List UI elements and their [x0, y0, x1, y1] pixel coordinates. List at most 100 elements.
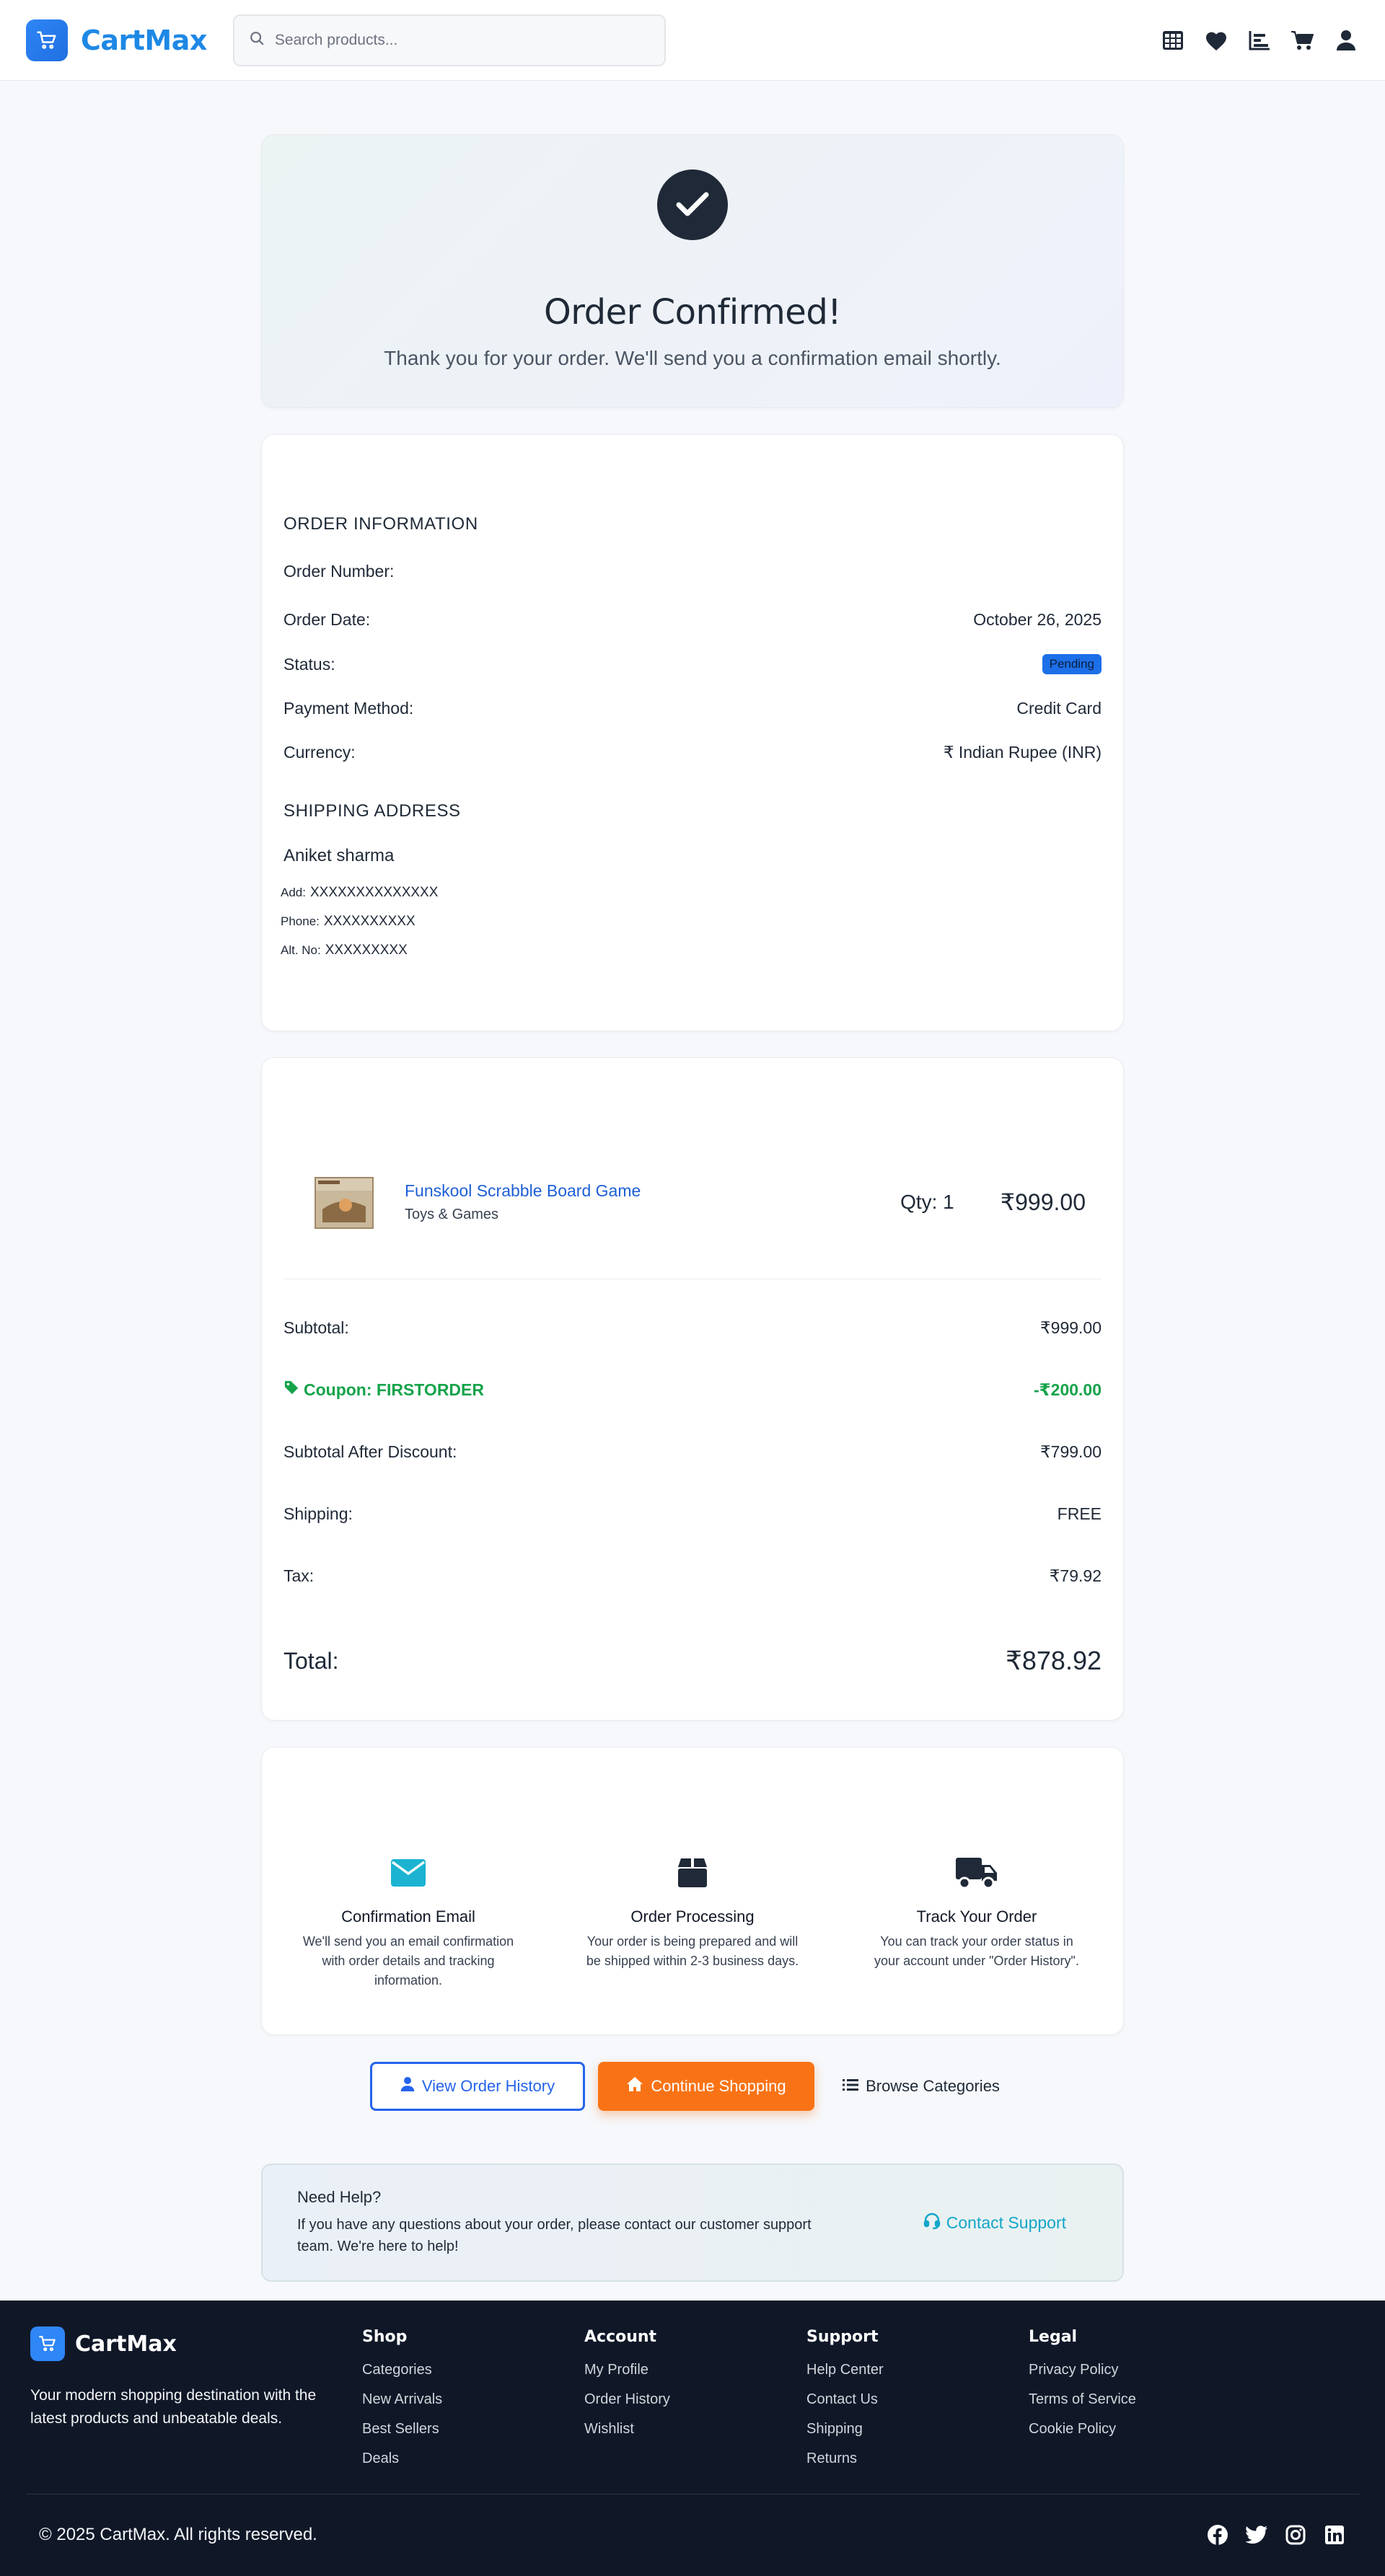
- facebook-icon[interactable]: [1206, 2523, 1229, 2546]
- heart-icon[interactable]: [1203, 27, 1229, 53]
- chart-icon[interactable]: [1246, 27, 1272, 53]
- footer-brand: CartMax Your modern shopping destination…: [30, 2326, 362, 2494]
- coupon-label: Coupon: FIRSTORDER: [304, 1380, 484, 1399]
- footer-link-wishlist[interactable]: Wishlist: [584, 2421, 806, 2438]
- footer-link-terms-of-service[interactable]: Terms of Service: [1029, 2391, 1251, 2408]
- order-number-row: Order Number:: [283, 562, 1102, 581]
- total-value: ₹878.92: [1005, 1646, 1102, 1675]
- footer-col-legal: Legal Privacy Policy Terms of Service Co…: [1029, 2326, 1251, 2494]
- step-description: Your order is being prepared and will be…: [586, 1934, 799, 1968]
- grid-icon[interactable]: [1160, 27, 1186, 53]
- product-name-link[interactable]: Funskool Scrabble Board Game: [405, 1181, 641, 1201]
- footer-col-title: Account: [584, 2328, 657, 2346]
- contact-support-label: Contact Support: [946, 2213, 1066, 2232]
- headset-icon: [923, 2212, 941, 2233]
- footer-link-best-sellers[interactable]: Best Sellers: [362, 2421, 584, 2438]
- check-circle-icon: [657, 169, 728, 240]
- footer-col-shop: Shop Categories New Arrivals Best Seller…: [362, 2326, 584, 2494]
- footer-link-contact-us[interactable]: Contact Us: [806, 2391, 1029, 2408]
- continue-shopping-button[interactable]: Continue Shopping: [598, 2062, 814, 2111]
- order-confirmation-page: Order Confirmed! Thank you for your orde…: [261, 81, 1124, 2282]
- footer-link-returns[interactable]: Returns: [806, 2451, 1029, 2467]
- shipping-phone-line: Phone: XXXXXXXXXX: [281, 914, 1102, 930]
- shipping-row: Shipping: FREE: [283, 1483, 1102, 1545]
- shipping-label: Shipping:: [283, 1504, 353, 1523]
- order-info-title: ORDER INFORMATION: [283, 514, 478, 534]
- linkedin-icon[interactable]: [1323, 2523, 1346, 2546]
- order-status-row: Status: Pending: [283, 654, 1102, 674]
- after-discount-row: Subtotal After Discount: ₹799.00: [283, 1421, 1102, 1483]
- subtotal-row: Subtotal: ₹999.00: [283, 1297, 1102, 1359]
- footer-link-new-arrivals[interactable]: New Arrivals: [362, 2391, 584, 2408]
- payment-method-value: Credit Card: [1016, 699, 1102, 718]
- step-order-processing: Order Processing Your order is being pre…: [550, 1856, 835, 2034]
- footer-link-my-profile[interactable]: My Profile: [584, 2362, 806, 2378]
- product-category: Toys & Games: [405, 1207, 499, 1222]
- home-icon: [626, 2076, 643, 2096]
- payment-method-label: Payment Method:: [283, 699, 414, 718]
- view-order-history-label: View Order History: [421, 2077, 555, 2095]
- coupon-row: Coupon: FIRSTORDER -₹200.00: [283, 1359, 1102, 1421]
- footer-link-cookie-policy[interactable]: Cookie Policy: [1029, 2421, 1251, 2438]
- order-item: Funskool Scrabble Board Game Toys & Game…: [283, 1166, 1102, 1238]
- box-icon: [677, 1856, 708, 1890]
- user-icon: [400, 2076, 415, 2096]
- footer-link-privacy-policy[interactable]: Privacy Policy: [1029, 2362, 1251, 2378]
- contact-support-link[interactable]: Contact Support: [923, 2212, 1066, 2233]
- footer-link-shipping[interactable]: Shipping: [806, 2421, 1029, 2438]
- continue-shopping-label: Continue Shopping: [651, 2077, 786, 2095]
- help-text: If you have any questions about your ord…: [297, 2217, 812, 2254]
- item-quantity: Qty: 1: [900, 1191, 954, 1213]
- instagram-icon[interactable]: [1284, 2523, 1307, 2546]
- tax-value: ₹79.92: [1049, 1566, 1102, 1585]
- envelope-icon: [390, 1856, 426, 1890]
- total-row: Total: ₹878.92: [283, 1621, 1102, 1701]
- header-icons: [1160, 27, 1359, 53]
- site-footer: CartMax Your modern shopping destination…: [0, 2301, 1385, 2576]
- brand-logo[interactable]: CartMax: [26, 19, 207, 61]
- cart-logo-icon: [26, 19, 68, 61]
- total-label: Total:: [283, 1647, 339, 1674]
- coupon-value: -₹200.00: [1033, 1380, 1102, 1399]
- step-track-order: Track Your Order You can track your orde…: [835, 1856, 1119, 2034]
- shipping-name: Aniket sharma: [283, 846, 395, 865]
- footer-link-help-center[interactable]: Help Center: [806, 2362, 1029, 2378]
- after-discount-label: Subtotal After Discount:: [283, 1442, 457, 1461]
- browse-categories-button[interactable]: Browse Categories: [827, 2062, 1015, 2111]
- shipping-address-line: Add: XXXXXXXXXXXXXX: [281, 885, 1102, 901]
- step-title: Confirmation Email: [341, 1907, 475, 1926]
- footer-col-title: Shop: [362, 2328, 408, 2346]
- copyright-text: © 2025 CartMax. All rights reserved.: [39, 2525, 317, 2544]
- footer-link-order-history[interactable]: Order History: [584, 2391, 806, 2408]
- footer-link-deals[interactable]: Deals: [362, 2451, 584, 2467]
- order-date-row: Order Date: October 26, 2025: [283, 610, 1102, 630]
- currency-row: Currency: ₹ Indian Rupee (INR): [283, 743, 1102, 762]
- user-icon[interactable]: [1333, 27, 1359, 53]
- footer-bottom: © 2025 CartMax. All rights reserved.: [0, 2495, 1385, 2575]
- phone-value: XXXXXXXXXX: [323, 914, 416, 929]
- search-input[interactable]: [274, 31, 650, 49]
- next-steps-card: Confirmation Email We'll send you an ema…: [261, 1747, 1124, 2035]
- shipping-value: FREE: [1057, 1504, 1102, 1523]
- footer-col-account: Account My Profile Order History Wishlis…: [584, 2326, 806, 2494]
- tag-icon: [283, 1380, 299, 1400]
- tax-row: Tax: ₹79.92: [283, 1545, 1102, 1607]
- product-image[interactable]: [312, 1173, 377, 1231]
- cart-logo-icon: [30, 2326, 65, 2361]
- twitter-icon[interactable]: [1245, 2523, 1268, 2546]
- payment-method-row: Payment Method: Credit Card: [283, 699, 1102, 718]
- tax-label: Tax:: [283, 1566, 315, 1585]
- footer-tagline: Your modern shopping destination with th…: [30, 2387, 317, 2427]
- step-title: Track Your Order: [916, 1907, 1037, 1926]
- order-number-label: Order Number:: [283, 562, 395, 581]
- subtotal-value: ₹999.00: [1040, 1318, 1102, 1337]
- footer-logo[interactable]: CartMax: [30, 2326, 362, 2361]
- item-details: Funskool Scrabble Board Game Toys & Game…: [405, 1181, 641, 1223]
- help-title: Need Help?: [297, 2188, 382, 2206]
- step-description: You can track your order status in your …: [874, 1934, 1079, 1968]
- confirmation-message: Thank you for your order. We'll send you…: [384, 347, 1001, 369]
- footer-link-categories[interactable]: Categories: [362, 2362, 584, 2378]
- cart-icon[interactable]: [1290, 27, 1316, 53]
- action-buttons: View Order History Continue Shopping Bro…: [261, 2061, 1124, 2112]
- view-order-history-button[interactable]: View Order History: [370, 2062, 585, 2111]
